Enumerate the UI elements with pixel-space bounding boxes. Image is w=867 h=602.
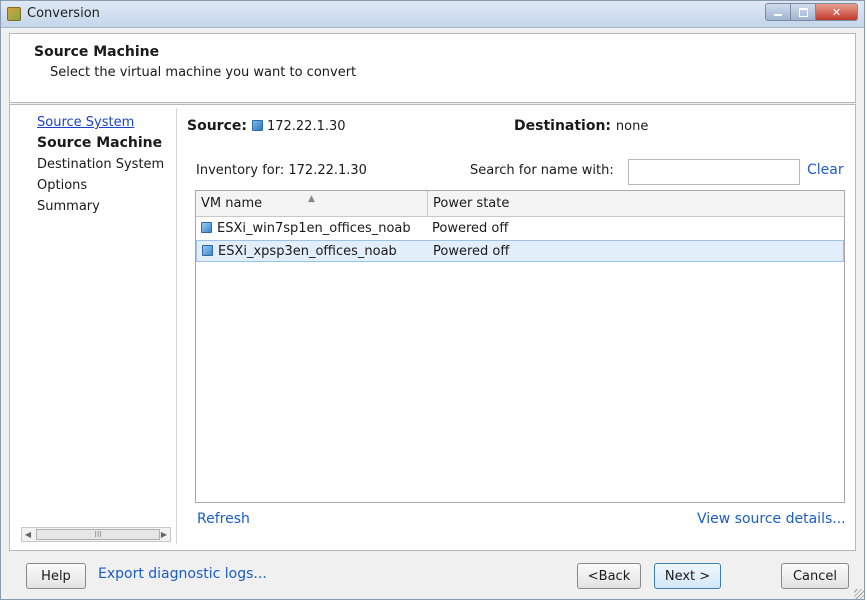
panel-divider[interactable] [176,108,177,544]
sort-ascending-icon: ▲ [308,194,315,204]
nav-item-source-system[interactable]: Source System [10,112,170,133]
nav-horizontal-scrollbar[interactable]: ◀ III ▶ [21,527,171,542]
destination-info: Destination: none [514,118,648,134]
resize-grip-icon[interactable] [854,589,864,599]
maximize-icon [798,7,808,17]
vm-table: ▲ VM name Power state ESXi_win7sp1en_off… [195,190,845,503]
destination-value: none [615,119,649,134]
cancel-button[interactable]: Cancel [781,563,849,589]
page-header: Source Machine Select the virtual machin… [9,33,856,103]
back-button[interactable]: <Back [577,563,641,589]
nav-item-source-machine: Source Machine [37,135,163,151]
app-icon [7,7,21,21]
column-header-label: Power state [433,196,510,211]
vm-name-cell: ESXi_win7sp1en_offices_noab [201,218,427,240]
nav-item-options: Options [37,178,88,193]
scroll-right-arrow-icon[interactable]: ▶ [158,528,170,541]
column-header-power-state[interactable]: Power state [428,191,844,216]
page-title: Source Machine [34,44,160,60]
title-bar[interactable]: Conversion ✕ [1,1,864,28]
nav-item-destination-system: Destination System [37,157,165,172]
table-row[interactable]: ESXi_win7sp1en_offices_noab Powered off [196,218,844,240]
export-diagnostic-logs-link[interactable]: Export diagnostic logs... [98,566,267,582]
minimize-icon [774,14,782,16]
close-button[interactable]: ✕ [816,3,858,21]
help-button[interactable]: Help [26,563,86,589]
wizard-steps-nav: Source System Source Machine Destination… [10,112,170,524]
vm-icon [201,222,212,233]
window-controls: ✕ [765,3,858,21]
scroll-left-arrow-icon[interactable]: ◀ [22,528,34,541]
view-source-details-link[interactable]: View source details... [697,511,846,527]
next-button[interactable]: Next > [654,563,721,589]
server-icon [251,120,263,131]
source-label: Source: [187,118,247,134]
vm-name: ESXi_win7sp1en_offices_noab [217,221,411,236]
vm-name-cell: ESXi_xpsp3en_offices_noab [202,241,428,263]
power-state-cell: Powered off [433,244,510,259]
column-header-vm-name[interactable]: ▲ VM name [196,191,428,216]
close-icon: ✕ [831,5,842,19]
window-title: Conversion [27,6,100,21]
refresh-link[interactable]: Refresh [197,511,250,527]
maximize-button[interactable] [791,3,816,21]
power-state-cell: Powered off [432,221,509,236]
table-header: ▲ VM name Power state [196,191,844,217]
scroll-thumb[interactable]: III [36,529,160,540]
minimize-button[interactable] [765,3,791,21]
source-value: 172.22.1.30 [266,119,346,134]
nav-item-summary: Summary [37,199,100,214]
clear-link[interactable]: Clear [807,162,844,178]
destination-label: Destination: [514,118,612,134]
inventory-label: Inventory for: 172.22.1.30 [196,163,367,178]
search-input[interactable] [628,159,800,185]
table-row-selected[interactable]: ESXi_xpsp3en_offices_noab Powered off [196,240,844,262]
vm-name: ESXi_xpsp3en_offices_noab [218,244,397,259]
page-subtitle: Select the virtual machine you want to c… [50,65,357,80]
source-info: Source: 172.22.1.30 [187,118,346,134]
search-label: Search for name with: [470,163,614,178]
vm-icon [202,245,213,256]
column-header-label: VM name [201,196,263,211]
